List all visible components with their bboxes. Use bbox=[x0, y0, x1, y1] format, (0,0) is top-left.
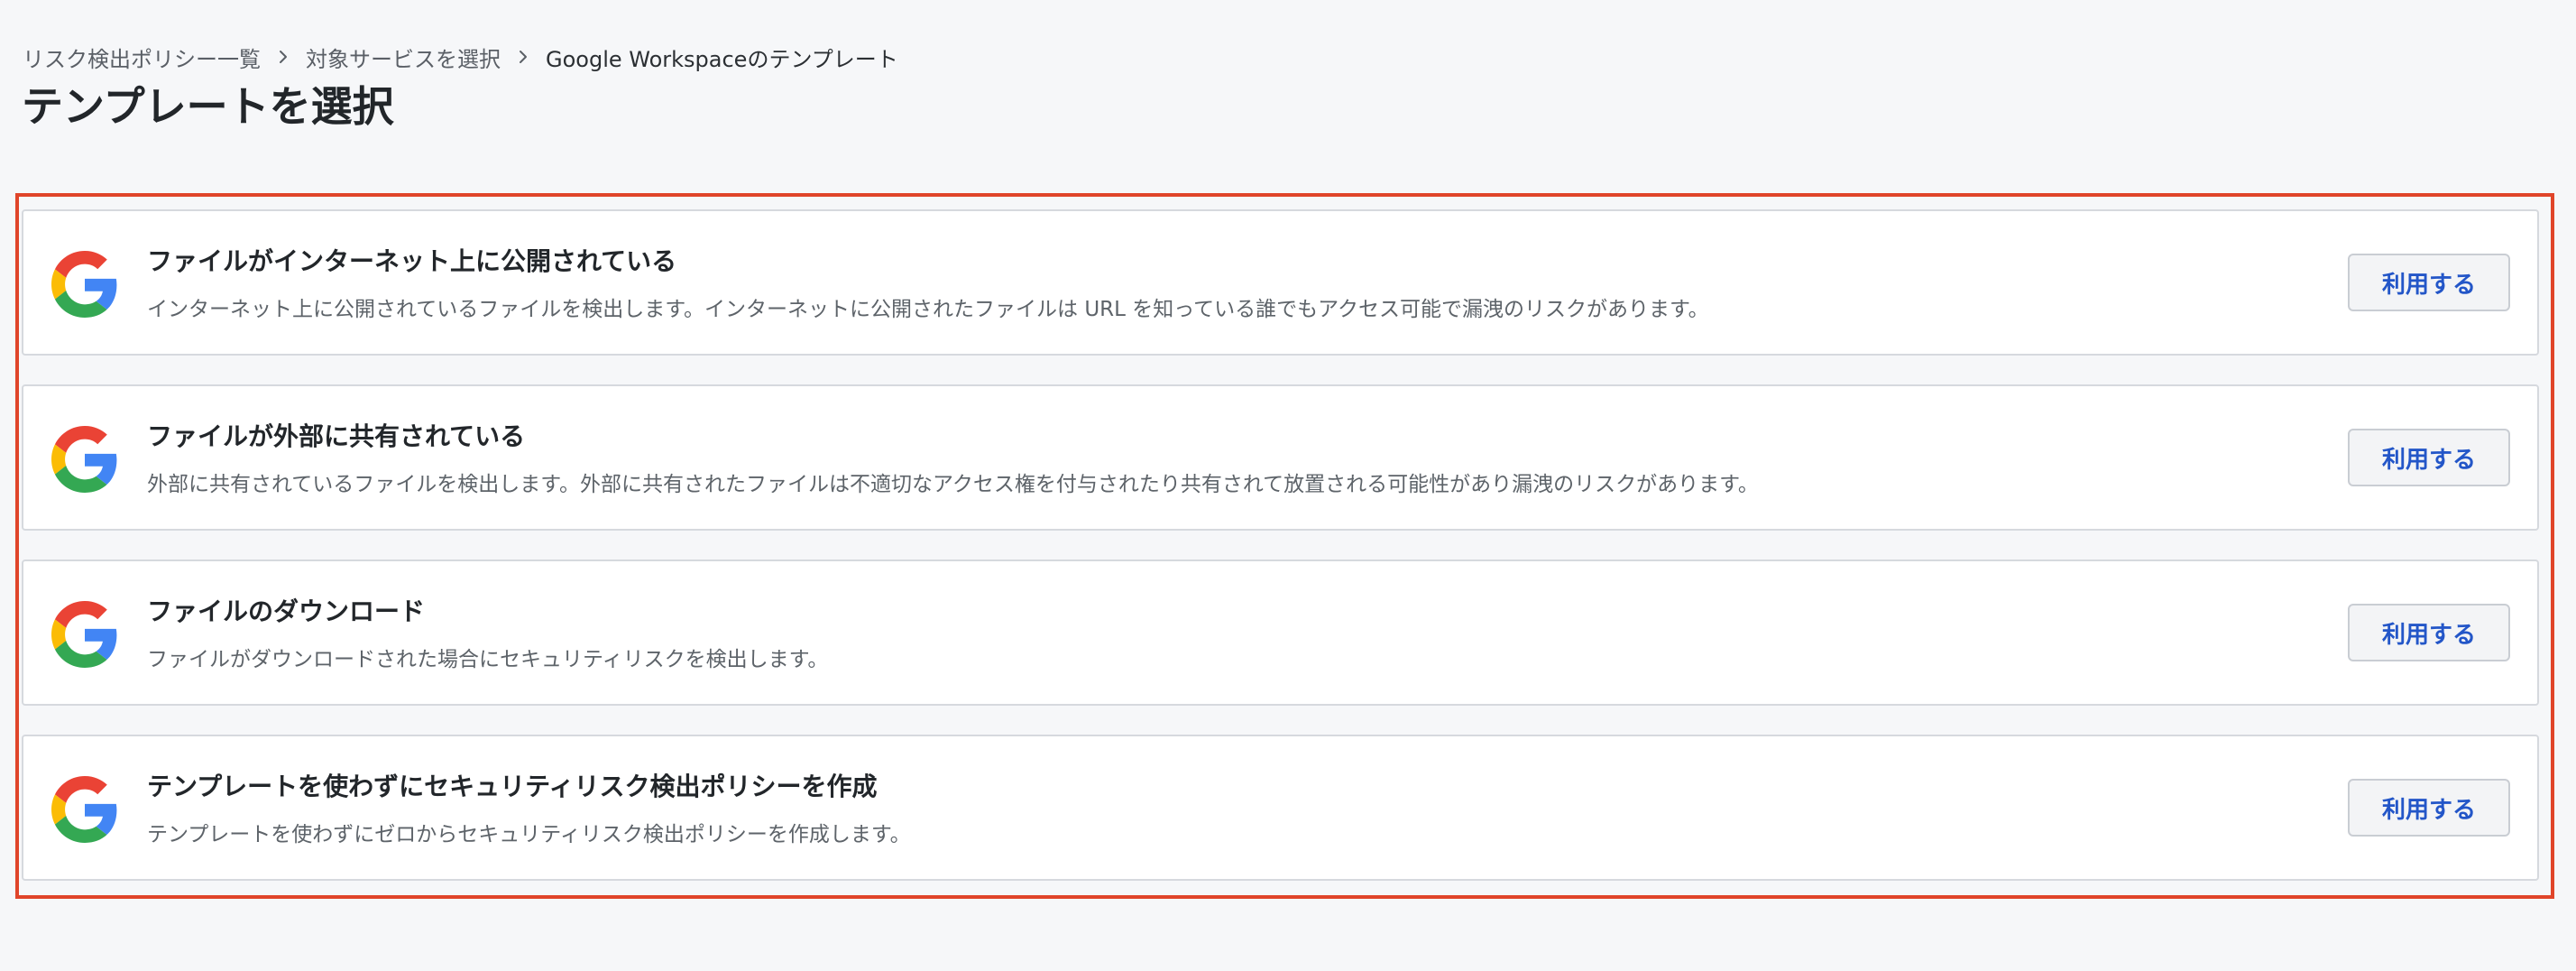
breadcrumb-item-risk-policy-list[interactable]: リスク検出ポリシー一覧 bbox=[23, 42, 261, 73]
template-title: テンプレートを使わずにセキュリティリスク検出ポリシーを作成 bbox=[147, 772, 878, 801]
google-g-icon bbox=[51, 601, 118, 668]
template-card: ファイルがインターネット上に公開されている インターネット上に公開されているファ… bbox=[22, 209, 2539, 356]
template-card: テンプレートを使わずにセキュリティリスク検出ポリシーを作成 テンプレートを使わず… bbox=[22, 735, 2539, 881]
template-title: ファイルが外部に共有されている bbox=[147, 421, 526, 451]
template-title: ファイルがインターネット上に公開されている bbox=[147, 246, 677, 276]
template-description: ファイルがダウンロードされた場合にセキュリティリスクを検出します。 bbox=[147, 648, 829, 671]
use-template-button[interactable]: 利用する bbox=[2348, 779, 2510, 837]
google-g-icon bbox=[51, 251, 118, 318]
breadcrumb: リスク検出ポリシー一覧 対象サービスを選択 Google Workspaceのテ… bbox=[23, 40, 898, 74]
template-description: テンプレートを使わずにゼロからセキュリティリスク検出ポリシーを作成します。 bbox=[147, 823, 911, 846]
page-title: テンプレートを選択 bbox=[22, 82, 394, 131]
template-card: ファイルのダウンロード ファイルがダウンロードされた場合にセキュリティリスクを検… bbox=[22, 559, 2539, 706]
use-template-button[interactable]: 利用する bbox=[2348, 254, 2510, 311]
template-description: 外部に共有されているファイルを検出します。外部に共有されたファイルは不適切なアク… bbox=[147, 473, 1759, 496]
chevron-right-icon bbox=[501, 49, 546, 65]
template-card: ファイルが外部に共有されている 外部に共有されているファイルを検出します。外部に… bbox=[22, 384, 2539, 531]
google-g-icon bbox=[51, 426, 118, 493]
use-template-button[interactable]: 利用する bbox=[2348, 604, 2510, 661]
chevron-right-icon bbox=[261, 49, 306, 65]
template-title: ファイルのダウンロード bbox=[147, 596, 426, 626]
breadcrumb-item-select-service[interactable]: 対象サービスを選択 bbox=[306, 42, 501, 73]
template-description: インターネット上に公開されているファイルを検出します。インターネットに公開された… bbox=[147, 298, 1709, 321]
use-template-button[interactable]: 利用する bbox=[2348, 429, 2510, 486]
google-g-icon bbox=[51, 776, 118, 843]
breadcrumb-item-current: Google Workspaceのテンプレート bbox=[546, 46, 898, 72]
